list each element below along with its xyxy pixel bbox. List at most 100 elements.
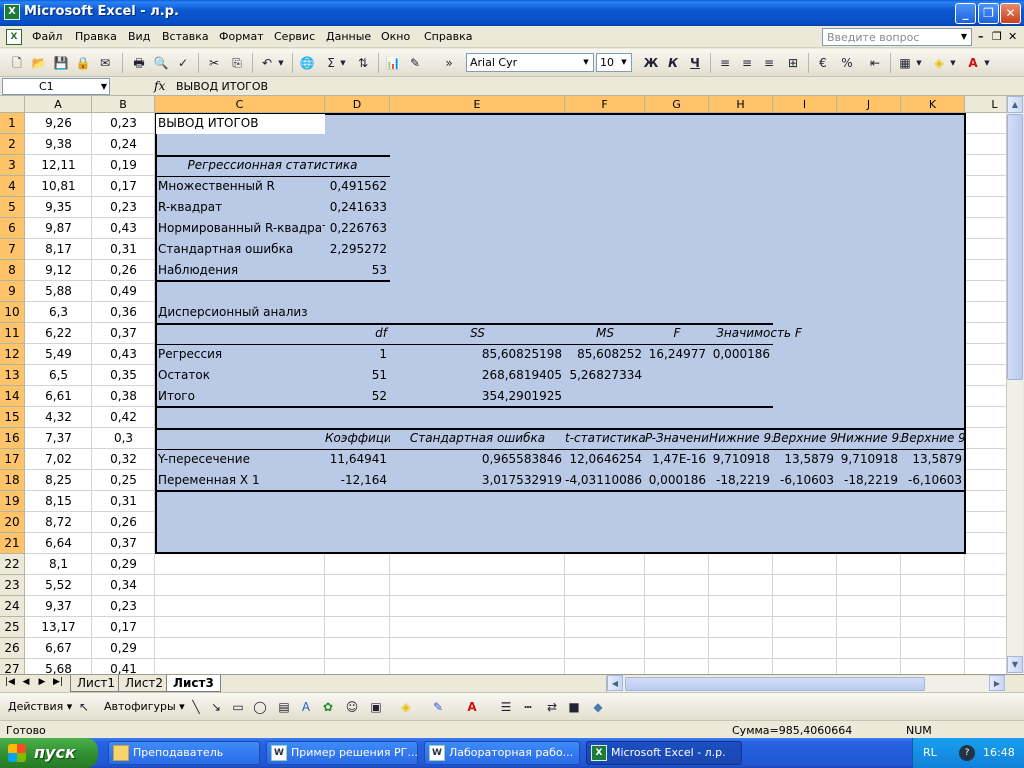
rectangle-icon[interactable]: ▭ xyxy=(230,699,246,715)
cell[interactable]: 11,64941 xyxy=(325,449,390,470)
cell[interactable]: 0,34 xyxy=(92,575,155,596)
row-header[interactable]: 19 xyxy=(0,491,25,512)
cell[interactable]: 0,35 xyxy=(92,365,155,386)
dash-style-icon[interactable]: ┅ xyxy=(520,699,536,715)
cell[interactable]: 9,12 xyxy=(25,260,92,281)
next-sheet-icon[interactable]: ▶ xyxy=(36,677,48,687)
cell[interactable]: 9,38 xyxy=(25,134,92,155)
cell[interactable]: 51 xyxy=(325,365,390,386)
fill-color-icon[interactable]: ◈ xyxy=(930,54,948,72)
name-box[interactable]: C1 ▼ xyxy=(2,78,110,95)
scroll-right-icon[interactable]: ▶ xyxy=(989,675,1005,691)
last-sheet-icon[interactable]: ▶| xyxy=(52,677,64,687)
formula-input[interactable]: ВЫВОД ИТОГОВ xyxy=(176,80,268,93)
cell[interactable]: 0,241633 xyxy=(325,197,390,218)
row-header[interactable]: 6 xyxy=(0,218,25,239)
cell[interactable]: Y-пересечение xyxy=(155,449,325,470)
row-header[interactable]: 20 xyxy=(0,512,25,533)
cell[interactable]: 8,25 xyxy=(25,470,92,491)
cell[interactable]: 0,17 xyxy=(92,617,155,638)
cell[interactable] xyxy=(709,365,773,386)
merge-center-icon[interactable]: ⊞ xyxy=(784,54,802,72)
cell[interactable]: MS xyxy=(565,323,645,344)
cell[interactable]: 6,3 xyxy=(25,302,92,323)
task-folder[interactable]: Преподаватель xyxy=(108,741,260,765)
column-header[interactable]: I xyxy=(773,96,837,113)
sheet-tab-2[interactable]: Лист2 xyxy=(118,675,171,692)
cell[interactable]: Переменная X 1 xyxy=(155,470,325,491)
menu-help[interactable]: Справка xyxy=(424,30,472,43)
cell[interactable]: 12,11 xyxy=(25,155,92,176)
cut-icon[interactable]: ✂ xyxy=(205,54,223,72)
print-icon[interactable]: 🖶 xyxy=(130,54,148,72)
row-header[interactable]: 5 xyxy=(0,197,25,218)
arrow-icon[interactable]: ↘ xyxy=(208,699,224,715)
row-header[interactable]: 16 xyxy=(0,428,25,449)
cell[interactable]: 0,000186 xyxy=(709,344,773,365)
cell[interactable]: Нижние 95% xyxy=(709,428,773,449)
cell[interactable]: Стандартная ошибка xyxy=(155,239,325,260)
sheet-tab-1[interactable]: Лист1 xyxy=(70,675,123,692)
menu-insert[interactable]: Вставка xyxy=(162,30,209,43)
column-header[interactable]: B xyxy=(92,96,155,113)
undo-icon[interactable]: ↶ xyxy=(258,54,276,72)
cell[interactable]: F xyxy=(645,323,709,344)
cell[interactable]: -6,10603 xyxy=(901,470,965,491)
row-header[interactable]: 4 xyxy=(0,176,25,197)
cell[interactable]: -18,2219 xyxy=(837,470,901,491)
cell[interactable]: Верхние 95,0% xyxy=(901,428,965,449)
cell[interactable]: 9,710918 xyxy=(709,449,773,470)
cell[interactable]: 8,15 xyxy=(25,491,92,512)
font-name-select[interactable]: Arial Cyr ▼ xyxy=(466,53,594,72)
cell[interactable]: 0,31 xyxy=(92,491,155,512)
italic-icon[interactable]: К xyxy=(664,54,682,72)
bold-icon[interactable]: Ж xyxy=(642,54,660,72)
row-header[interactable]: 12 xyxy=(0,344,25,365)
chevron-down-icon[interactable]: ▼ xyxy=(618,55,630,70)
task-word-2[interactable]: W Лабораторная рабо... xyxy=(424,741,580,765)
new-icon[interactable]: 🗋 xyxy=(8,54,26,72)
row-header[interactable]: 23 xyxy=(0,575,25,596)
font-color-icon[interactable]: A xyxy=(964,54,982,72)
cell[interactable]: 5,52 xyxy=(25,575,92,596)
cell[interactable] xyxy=(645,365,709,386)
cell[interactable]: 5,26827334 xyxy=(565,365,645,386)
cell[interactable]: 0,37 xyxy=(92,323,155,344)
menu-format[interactable]: Формат xyxy=(219,30,264,43)
diagram-icon[interactable]: ✿ xyxy=(320,699,336,715)
column-header[interactable]: J xyxy=(837,96,901,113)
cell[interactable]: 0,32 xyxy=(92,449,155,470)
cell[interactable]: 0,36 xyxy=(92,302,155,323)
sort-ascending-icon[interactable]: ⇅ xyxy=(354,54,372,72)
cell[interactable]: 13,5879 xyxy=(773,449,837,470)
cell[interactable]: Остаток xyxy=(155,365,325,386)
cell[interactable]: 0,23 xyxy=(92,596,155,617)
cell[interactable]: 3,017532919 xyxy=(390,470,565,491)
cell[interactable]: 8,17 xyxy=(25,239,92,260)
cell[interactable]: 16,24977 xyxy=(645,344,709,365)
column-header[interactable]: D xyxy=(325,96,390,113)
cell[interactable]: 0,23 xyxy=(92,113,155,134)
cell[interactable]: 5,49 xyxy=(25,344,92,365)
start-button[interactable]: пуск xyxy=(0,738,98,768)
cell[interactable]: 10,81 xyxy=(25,176,92,197)
menu-data[interactable]: Данные xyxy=(326,30,371,43)
help-search-input[interactable]: Введите вопрос ▼ xyxy=(822,28,972,46)
chevron-down-icon[interactable]: ▼ xyxy=(914,54,924,72)
cell[interactable]: Верхние 95% xyxy=(773,428,837,449)
cell[interactable]: -18,2219 xyxy=(709,470,773,491)
hyperlink-icon[interactable]: 🌐 xyxy=(298,54,316,72)
task-excel[interactable]: X Microsoft Excel - л.р. xyxy=(586,741,742,765)
row-header[interactable]: 18 xyxy=(0,470,25,491)
cell[interactable]: 12,0646254 xyxy=(565,449,645,470)
row-header[interactable]: 2 xyxy=(0,134,25,155)
cell[interactable]: 0,19 xyxy=(92,155,155,176)
row-header[interactable]: 11 xyxy=(0,323,25,344)
menu-edit[interactable]: Правка xyxy=(75,30,117,43)
cell[interactable]: 0,000186 xyxy=(645,470,709,491)
vertical-scrollbar[interactable]: ▲ ▼ xyxy=(1006,96,1023,674)
cell[interactable]: Регрессионная статистика xyxy=(155,155,390,176)
draw-actions-menu[interactable]: Действия ▾ xyxy=(8,700,72,713)
row-header[interactable]: 27 xyxy=(0,659,25,674)
cell[interactable]: 0,26 xyxy=(92,512,155,533)
